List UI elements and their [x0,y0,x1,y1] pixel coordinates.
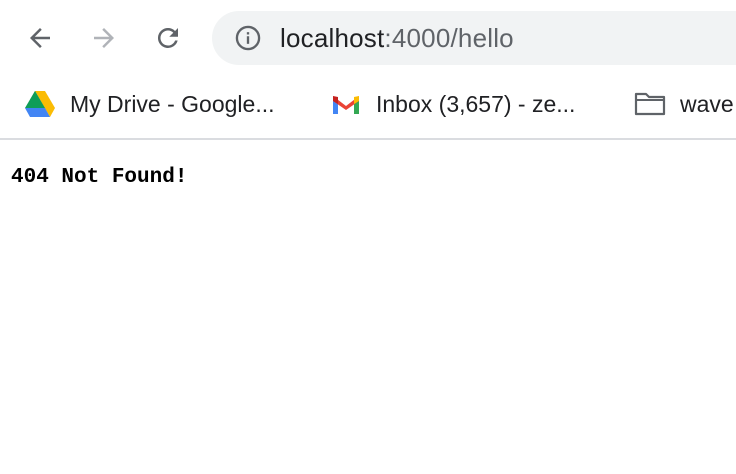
bookmark-label: wave [680,90,734,117]
arrow-right-icon [94,28,114,48]
reload-icon [157,27,178,48]
bookmark-label: Inbox (3,657) - ze... [376,90,576,117]
bookmark-google-drive[interactable]: My Drive - Google... [24,86,275,122]
url-host: localhost [280,23,385,53]
bookmarks-bar: My Drive - Google... Inbox (3,657) - ze.… [0,76,736,138]
google-drive-icon [24,88,56,120]
error-message: 404 Not Found! [11,166,188,189]
arrow-left-icon [30,28,50,48]
address-url[interactable]: localhost:4000/hello [280,23,514,53]
bookmark-gmail[interactable]: Inbox (3,657) - ze... [330,86,575,122]
address-bar[interactable]: localhost:4000/hello [212,11,736,65]
page-content: 404 Not Found! [0,140,736,474]
folder-icon [634,88,666,120]
gmail-icon [330,88,362,120]
bookmark-folder-wave[interactable]: wave [634,86,734,122]
site-info-icon[interactable] [234,24,262,52]
forward-button[interactable] [84,18,124,58]
browser-toolbar: localhost:4000/hello [0,0,736,76]
reload-button[interactable] [148,18,188,58]
url-path: :4000/hello [384,23,514,53]
back-button[interactable] [20,18,60,58]
bookmark-label: My Drive - Google... [70,90,275,117]
